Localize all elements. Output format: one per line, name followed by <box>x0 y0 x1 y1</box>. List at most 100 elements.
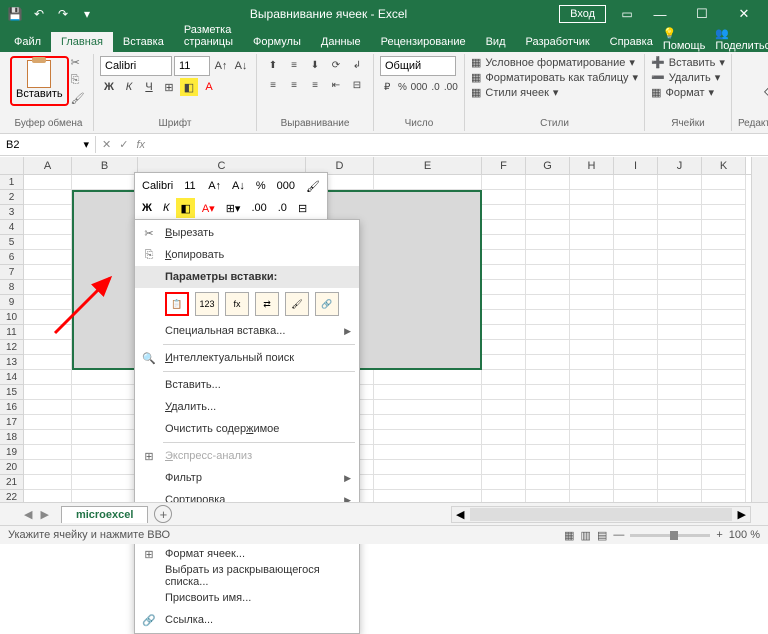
sheet-nav-next-icon[interactable]: ▶ <box>40 508 48 521</box>
worksheet-grid[interactable]: A B C D E F G H I J K 123456789101112131… <box>0 157 751 502</box>
col-header[interactable]: A <box>24 157 72 174</box>
row-header[interactable]: 5 <box>0 235 24 250</box>
cell[interactable] <box>570 175 614 190</box>
col-header[interactable]: G <box>526 157 570 174</box>
cell[interactable] <box>526 400 570 415</box>
cell[interactable] <box>72 490 138 502</box>
cell[interactable] <box>570 235 614 250</box>
format-cells[interactable]: ▦ Формат▾ <box>651 86 725 99</box>
cell[interactable] <box>614 175 658 190</box>
row-header[interactable]: 2 <box>0 190 24 205</box>
cell[interactable] <box>570 490 614 502</box>
cell[interactable] <box>702 205 746 220</box>
cell[interactable] <box>24 460 72 475</box>
row-header[interactable]: 3 <box>0 205 24 220</box>
cell[interactable] <box>526 265 570 280</box>
cell[interactable] <box>374 445 482 460</box>
cell[interactable] <box>658 265 702 280</box>
cell[interactable] <box>614 310 658 325</box>
cell[interactable] <box>374 175 482 190</box>
decrease-font-icon[interactable]: A↓ <box>232 57 250 75</box>
cell[interactable] <box>482 490 526 502</box>
tab-file[interactable]: Файл <box>4 32 51 52</box>
row-header[interactable]: 9 <box>0 295 24 310</box>
cell[interactable] <box>526 235 570 250</box>
tab-home[interactable]: Главная <box>51 32 113 52</box>
cell[interactable] <box>702 340 746 355</box>
cell[interactable] <box>482 295 526 310</box>
cell[interactable] <box>658 325 702 340</box>
cell[interactable] <box>702 355 746 370</box>
cell[interactable] <box>24 475 72 490</box>
ctx-smart-lookup[interactable]: 🔍Интеллектуальный поиск <box>135 347 359 369</box>
cell[interactable] <box>570 400 614 415</box>
indent-dec-icon[interactable]: ⇤ <box>326 76 346 94</box>
cell[interactable] <box>658 490 702 502</box>
ctx-clear[interactable]: Очистить содержимое <box>135 418 359 440</box>
row-header[interactable]: 15 <box>0 385 24 400</box>
row-header[interactable]: 19 <box>0 445 24 460</box>
cell[interactable] <box>526 325 570 340</box>
italic-button[interactable]: К <box>120 78 138 96</box>
cell[interactable] <box>658 475 702 490</box>
cell[interactable] <box>24 325 72 340</box>
cell[interactable] <box>24 280 72 295</box>
mini-border[interactable]: ⊞▾ <box>222 198 245 218</box>
border-button[interactable]: ⊞ <box>160 78 178 96</box>
cell[interactable] <box>614 340 658 355</box>
cell[interactable] <box>24 265 72 280</box>
fill-color-button[interactable]: ◧ <box>180 78 198 96</box>
mini-font-name[interactable]: Calibri <box>138 176 177 196</box>
cell[interactable] <box>614 265 658 280</box>
cell[interactable] <box>526 175 570 190</box>
cell[interactable] <box>526 190 570 205</box>
tab-layout[interactable]: Разметка страницы <box>174 20 243 52</box>
row-header[interactable]: 14 <box>0 370 24 385</box>
mini-format-painter-icon[interactable]: 🖌 <box>302 176 324 196</box>
save-icon[interactable]: 💾 <box>4 3 26 25</box>
cell[interactable] <box>702 265 746 280</box>
cell[interactable] <box>658 295 702 310</box>
minimize-button[interactable]: — <box>640 0 680 28</box>
cell[interactable] <box>570 475 614 490</box>
cell[interactable] <box>482 250 526 265</box>
font-size-select[interactable]: 11 <box>174 56 210 76</box>
cell[interactable] <box>702 490 746 502</box>
cell[interactable] <box>614 220 658 235</box>
cell[interactable] <box>526 295 570 310</box>
cell[interactable] <box>374 385 482 400</box>
cell[interactable] <box>702 175 746 190</box>
cell[interactable] <box>570 355 614 370</box>
cell-styles[interactable]: ▦ Стили ячеек▾ <box>471 86 638 99</box>
align-top-icon[interactable]: ⬆ <box>263 56 283 74</box>
paste-option-formulas[interactable]: fx <box>225 292 249 316</box>
clear-icon[interactable]: ⌫ ▾ <box>764 86 768 99</box>
cell[interactable] <box>570 430 614 445</box>
close-button[interactable]: ✕ <box>724 0 764 28</box>
sheet-tab[interactable]: microexcel <box>61 506 148 523</box>
tell-me[interactable]: 💡 Помощь <box>663 27 706 52</box>
maximize-button[interactable]: ☐ <box>682 0 722 28</box>
comma-icon[interactable]: 000 <box>411 78 428 96</box>
col-header[interactable]: F <box>482 157 526 174</box>
cell[interactable] <box>72 175 138 190</box>
cell[interactable] <box>24 175 72 190</box>
cell[interactable] <box>658 250 702 265</box>
cell[interactable] <box>614 280 658 295</box>
cell[interactable] <box>570 265 614 280</box>
dec-decimal-icon[interactable]: .00 <box>444 78 458 96</box>
cell[interactable] <box>614 325 658 340</box>
cell[interactable] <box>658 205 702 220</box>
cell[interactable] <box>72 460 138 475</box>
conditional-formatting[interactable]: ▦ Условное форматирование▾ <box>471 56 638 69</box>
cell[interactable] <box>658 370 702 385</box>
cell[interactable] <box>570 370 614 385</box>
cell[interactable] <box>482 385 526 400</box>
mini-dec-font-icon[interactable]: A↓ <box>228 176 249 196</box>
mini-font-color[interactable]: A▾ <box>198 198 219 218</box>
font-name-select[interactable]: Calibri <box>100 56 172 76</box>
cell[interactable] <box>526 280 570 295</box>
cell[interactable] <box>72 415 138 430</box>
row-header[interactable]: 22 <box>0 490 24 502</box>
cell[interactable] <box>570 250 614 265</box>
